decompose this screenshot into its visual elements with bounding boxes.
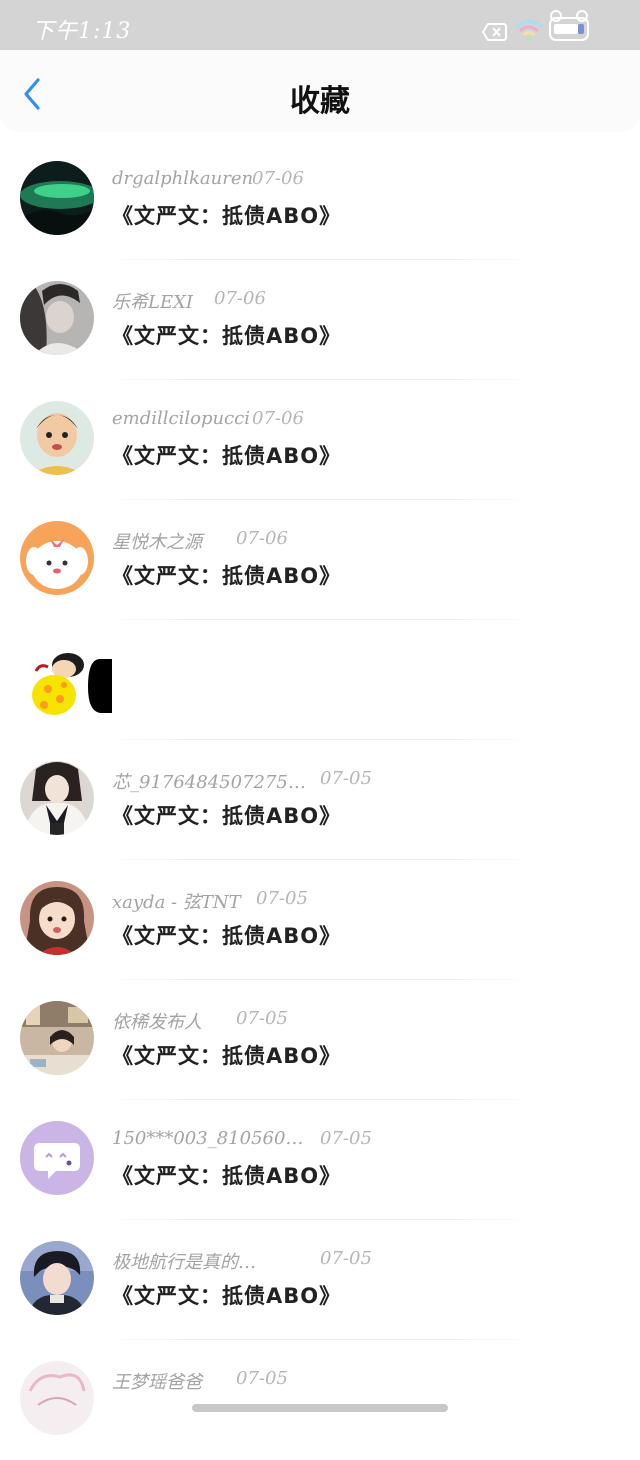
post-date: 07-05 (236, 1368, 288, 1389)
post-date: 07-05 (256, 888, 308, 909)
work-title[interactable]: 《文严文：抵债ABO》 (112, 1280, 341, 1310)
username[interactable]: 芯_9176484507275… (112, 768, 306, 794)
work-title[interactable]: 《文严文：抵债ABO》 (112, 440, 341, 470)
post-date: 07-05 (320, 1128, 372, 1149)
avatar[interactable] (20, 161, 94, 235)
work-title[interactable]: 《文严文：抵债ABO》 (112, 1160, 341, 1190)
username[interactable]: emdillcilopucci (112, 408, 250, 429)
work-title[interactable]: 《文严文：抵债ABO》 (112, 800, 341, 830)
page-title: 收藏 (290, 84, 350, 119)
home-indicator[interactable] (192, 1404, 448, 1412)
avatar[interactable] (20, 281, 94, 355)
username[interactable]: 150***003_810560… (112, 1128, 303, 1149)
post-date: 07-06 (252, 168, 304, 189)
list-item[interactable]: 依稀发布人 07-05 《文严文：抵债ABO》 (0, 980, 640, 1100)
list-item[interactable]: xayda - 弦TNT 07-05 《文严文：抵债ABO》 (0, 860, 640, 980)
post-date: 07-05 (320, 768, 372, 789)
post-date: 07-06 (214, 288, 266, 309)
avatar[interactable] (20, 761, 94, 835)
list-item[interactable]: 星悦木之源 07-06 《文严文：抵债ABO》 (0, 500, 640, 620)
work-title[interactable]: 《文严文：抵债ABO》 (112, 320, 341, 350)
work-title[interactable]: 《文严文：抵债ABO》 (112, 1040, 341, 1070)
username[interactable]: 极地航行是真的… (112, 1248, 256, 1274)
avatar[interactable] (20, 641, 112, 721)
username[interactable]: xayda - 弦TNT (112, 888, 241, 914)
list-item[interactable]: 王梦瑶爸爸 07-05 (0, 1340, 640, 1460)
sim-absent-icon (482, 23, 507, 41)
username[interactable]: 星悦木之源 (112, 528, 202, 554)
avatar[interactable] (20, 1241, 94, 1315)
work-title[interactable]: 《文严文：抵债ABO》 (112, 560, 341, 590)
avatar[interactable] (20, 401, 94, 475)
username[interactable]: 王梦瑶爸爸 (112, 1368, 202, 1394)
work-title[interactable]: 《文严文：抵债ABO》 (112, 920, 341, 950)
list-item[interactable]: drgalphlkauren 07-06 《文严文：抵债ABO》 (0, 140, 640, 260)
nav-bar: 收藏 (0, 50, 640, 132)
status-bar: 下午1:13 (0, 0, 640, 50)
work-title[interactable]: 《文严文：抵债ABO》 (112, 200, 341, 230)
username[interactable]: 乐希LEXI (112, 288, 193, 314)
list-item[interactable]: emdillcilopucci 07-06 《文严文：抵债ABO》 (0, 380, 640, 500)
battery-icon (549, 10, 589, 41)
avatar[interactable] (20, 1121, 94, 1195)
list-item[interactable]: 乐希LEXI 07-06 《文严文：抵债ABO》 (0, 260, 640, 380)
avatar[interactable] (20, 881, 94, 955)
avatar[interactable] (20, 521, 94, 595)
avatar[interactable] (20, 1001, 94, 1075)
list-item[interactable]: 极地航行是真的… 07-05 《文严文：抵债ABO》 (0, 1220, 640, 1340)
username[interactable]: drgalphlkauren (112, 168, 253, 189)
post-date: 07-06 (236, 528, 288, 549)
username[interactable]: 依稀发布人 (112, 1008, 202, 1034)
post-date: 07-05 (236, 1008, 288, 1029)
status-time: 下午1:13 (32, 19, 132, 44)
avatar[interactable] (20, 1361, 94, 1435)
list-item[interactable]: 芯_9176484507275… 07-05 《文严文：抵债ABO》 (0, 740, 640, 860)
post-date: 07-05 (320, 1248, 372, 1269)
list-item[interactable]: 150***003_810560… 07-05 《文严文：抵债ABO》 (0, 1100, 640, 1220)
wifi-icon (515, 20, 543, 42)
list-item[interactable] (0, 620, 640, 740)
post-date: 07-06 (252, 408, 304, 429)
